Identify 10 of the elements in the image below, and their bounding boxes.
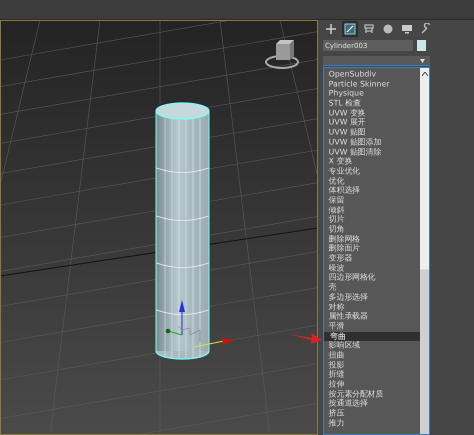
scroll-up-icon[interactable] <box>422 72 428 76</box>
dropdown-arrow-icon <box>420 58 425 62</box>
scrollbar[interactable] <box>420 68 429 434</box>
transform-gizmo-drawing <box>166 300 234 348</box>
modify-icon[interactable] <box>342 21 358 37</box>
create-icon[interactable] <box>323 21 339 37</box>
modifier-item[interactable]: 弯曲 <box>324 332 420 342</box>
arrow-annotation <box>288 331 322 345</box>
viewcube-drawing <box>265 40 299 69</box>
object-color-swatch[interactable] <box>417 40 426 51</box>
